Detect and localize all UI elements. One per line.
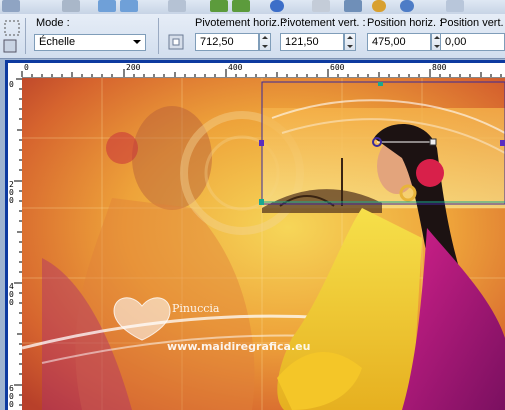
zoom-out-icon[interactable] <box>400 0 414 12</box>
mode-label: Mode : <box>36 17 70 29</box>
selection-handle[interactable] <box>500 140 505 146</box>
selection-handle[interactable] <box>259 199 264 205</box>
pick-tool-icon[interactable] <box>2 18 22 38</box>
undo-icon[interactable] <box>98 0 116 12</box>
selection-handle[interactable] <box>259 140 264 146</box>
ruler-v-label: 0 <box>9 80 14 89</box>
position-h-label: Position horiz. : <box>367 17 443 29</box>
position-v-field[interactable]: 0,00 <box>440 33 505 51</box>
watermark-url: www.maidiregrafica.eu <box>167 340 311 353</box>
document-icon[interactable] <box>446 0 464 12</box>
ruler-h-label: 800 <box>432 63 447 72</box>
ruler-v-label: 2 0 0 <box>9 180 14 205</box>
selection-handle[interactable] <box>378 82 383 86</box>
ruler-h-label: 200 <box>126 63 141 72</box>
mode-value: Échelle <box>39 36 76 48</box>
position-v-label: Position vert. : <box>440 17 505 29</box>
horizontal-ruler: 0 200 400 600 800 <box>8 63 505 78</box>
position-h-field[interactable]: 475,00 <box>367 33 431 51</box>
rotation-v-spinner[interactable] <box>344 33 356 51</box>
zoom-icon[interactable] <box>344 0 362 12</box>
rotate-left-icon[interactable] <box>210 0 228 12</box>
ruler-h-label: 400 <box>228 63 243 72</box>
chevron-down-icon <box>133 40 141 44</box>
rotate-right-icon[interactable] <box>232 0 250 12</box>
rotation-h-field[interactable]: 712,50 <box>195 33 259 51</box>
pivot-icon[interactable] <box>166 32 186 52</box>
redo-icon[interactable] <box>120 0 138 12</box>
rotation-handle[interactable] <box>429 138 437 146</box>
divider <box>25 18 26 54</box>
vertical-ruler: 0 2 0 0 4 0 0 6 0 0 <box>8 77 23 410</box>
top-toolbar <box>0 0 505 15</box>
deform-tool-icon[interactable] <box>0 36 20 56</box>
grid-icon[interactable] <box>312 0 330 12</box>
watermark-name: Pinuccia <box>172 302 220 315</box>
image-canvas[interactable]: Pinuccia www.maidiregrafica.eu <box>22 78 505 410</box>
ruler-ticks <box>21 69 502 77</box>
divider <box>158 18 159 54</box>
ruler-ticks <box>14 78 22 406</box>
zoom-fit-icon[interactable] <box>372 0 386 12</box>
rotation-v-field[interactable]: 121,50 <box>280 33 344 51</box>
tool-options-bar: Mode : Échelle Pivotement horiz. : 712,5… <box>0 14 505 59</box>
print-icon[interactable] <box>62 0 80 12</box>
copy-icon[interactable] <box>168 0 186 12</box>
ruler-v-label: 6 0 0 <box>9 384 14 409</box>
mode-select[interactable]: Échelle <box>34 34 146 51</box>
ruler-h-label: 600 <box>330 63 345 72</box>
rotation-h-spinner[interactable] <box>259 33 271 51</box>
layers-icon[interactable] <box>2 0 20 12</box>
artwork <box>22 78 505 410</box>
rotation-v-label: Pivotement vert. : <box>280 17 366 29</box>
ruler-h-label: 0 <box>24 63 29 72</box>
info-icon[interactable] <box>270 0 284 12</box>
ruler-v-label: 4 0 0 <box>9 282 14 307</box>
rotation-h-label: Pivotement horiz. : <box>195 17 287 29</box>
